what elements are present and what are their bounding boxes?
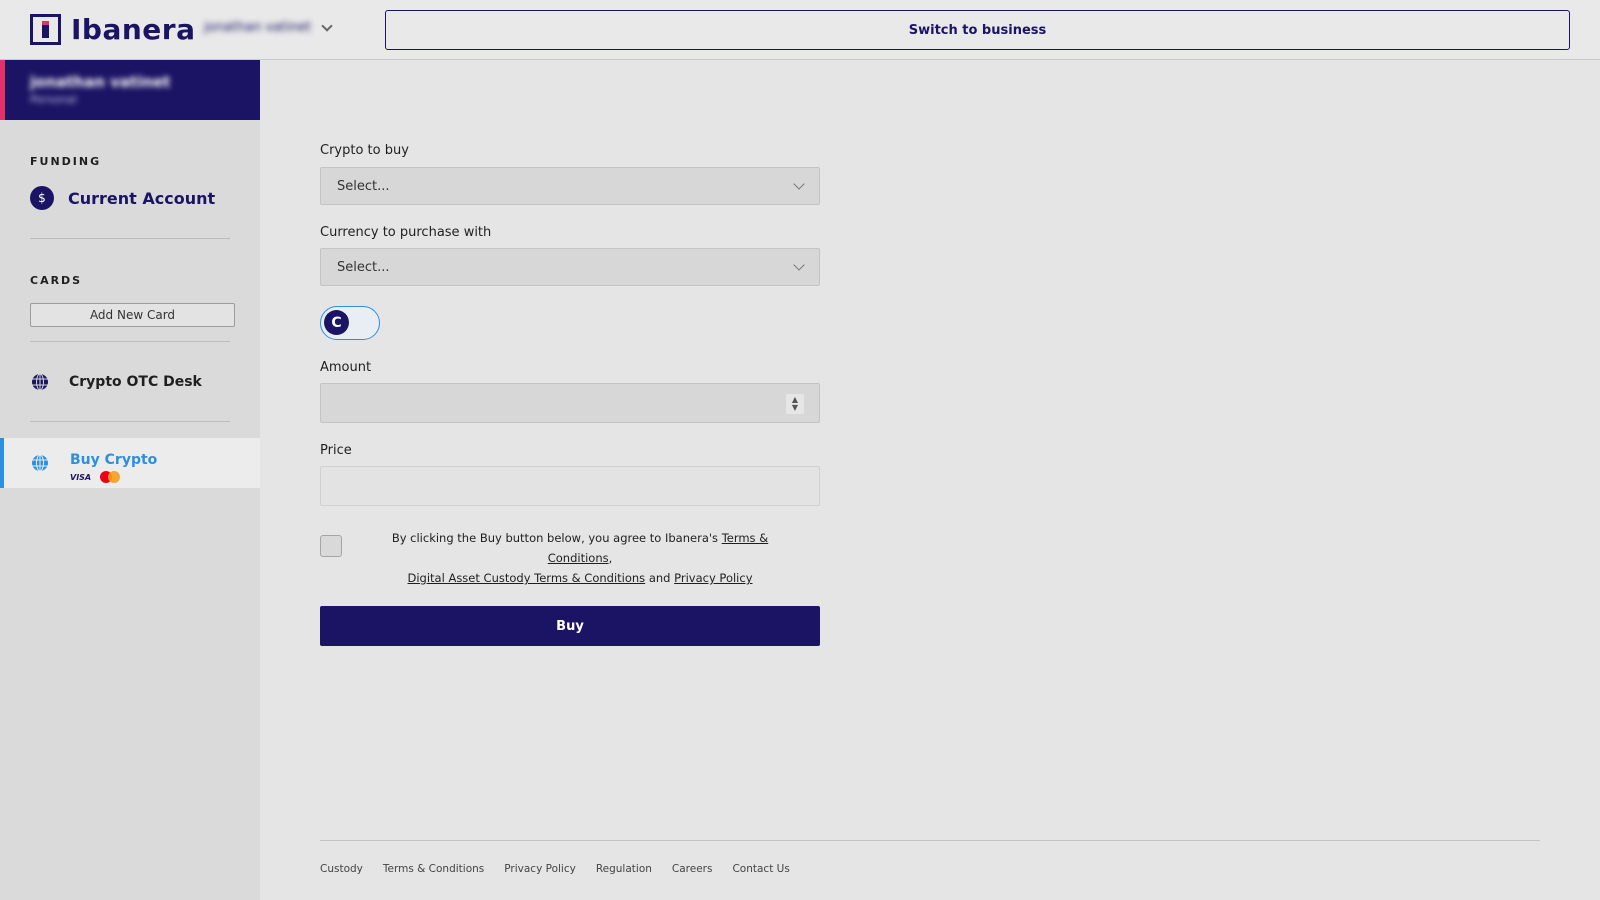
agreement-comma: , <box>608 551 613 565</box>
amount-label: Amount <box>320 360 372 375</box>
user-switcher-dropdown[interactable]: jonathan vatinet <box>204 19 333 35</box>
sidebar-item-buy-crypto[interactable]: Buy Crypto VISA <box>0 438 260 488</box>
agreement-text: By clicking the Buy button below, you ag… <box>360 528 800 588</box>
footer-link-contact[interactable]: Contact Us <box>732 863 789 875</box>
chevron-down-icon <box>321 19 333 32</box>
agree-terms-checkbox[interactable] <box>320 535 342 557</box>
sidebar-divider <box>30 421 230 422</box>
logo-mark-icon <box>30 14 61 45</box>
funding-section-label: FUNDING <box>30 155 102 168</box>
select-value: Select... <box>337 259 390 275</box>
user-name: jonathan vatinet <box>204 20 312 35</box>
select-value: Select... <box>337 178 390 194</box>
ibanera-logo[interactable]: Ibanera <box>30 13 195 46</box>
price-field <box>320 466 820 506</box>
footer-link-careers[interactable]: Careers <box>672 863 713 875</box>
sidebar-item-label: Buy Crypto <box>70 452 158 468</box>
dollar-icon: $ <box>30 186 54 210</box>
currency-label: Currency to purchase with <box>320 225 492 240</box>
profile-card[interactable]: jonathan vatinet Personal <box>0 60 260 120</box>
switch-to-business-button[interactable]: Switch to business <box>385 10 1570 50</box>
footer-link-regulation[interactable]: Regulation <box>596 863 652 875</box>
crypto-to-buy-label: Crypto to buy <box>320 143 409 158</box>
globe-icon <box>32 454 48 472</box>
crypto-to-buy-select[interactable]: Select... <box>320 167 820 205</box>
footer-divider <box>320 840 1540 841</box>
brand-name: Ibanera <box>71 13 196 46</box>
cards-section-label: CARDS <box>30 274 83 287</box>
amount-mode-toggle[interactable]: C <box>320 306 380 340</box>
currency-select[interactable]: Select... <box>320 248 820 286</box>
buy-button[interactable]: Buy <box>320 606 820 646</box>
chevron-down-icon <box>793 259 805 271</box>
footer-link-terms[interactable]: Terms & Conditions <box>383 863 484 875</box>
footer-links: Custody Terms & Conditions Privacy Polic… <box>320 863 790 875</box>
footer-link-privacy[interactable]: Privacy Policy <box>504 863 576 875</box>
custody-terms-link[interactable]: Digital Asset Custody Terms & Conditions <box>408 571 646 585</box>
privacy-policy-link[interactable]: Privacy Policy <box>674 571 752 585</box>
globe-icon <box>32 373 48 391</box>
profile-name: jonathan vatinet <box>30 73 171 91</box>
mastercard-icon <box>100 471 122 483</box>
sidebar-item-current-account[interactable]: $ Current Account <box>30 186 215 210</box>
sidebar-divider <box>30 238 230 239</box>
visa-logo: VISA <box>70 473 92 482</box>
sidebar-item-label: Current Account <box>68 188 216 208</box>
agreement-and: and <box>645 571 675 585</box>
top-header: Ibanera jonathan vatinet Switch to busin… <box>0 0 1600 60</box>
currency-symbol-icon: C <box>324 310 349 335</box>
footer-link-custody[interactable]: Custody <box>320 863 363 875</box>
add-new-card-button[interactable]: Add New Card <box>30 303 235 327</box>
chevron-down-icon <box>793 178 805 190</box>
sidebar-item-crypto-otc-desk[interactable]: Crypto OTC Desk <box>30 372 202 392</box>
sidebar: jonathan vatinet Personal FUNDING $ Curr… <box>0 60 260 900</box>
number-stepper-icon[interactable]: ▲ ▼ <box>786 394 804 414</box>
profile-type: Personal <box>30 93 77 106</box>
amount-input[interactable]: ▲ ▼ <box>320 383 820 423</box>
sidebar-item-label: Crypto OTC Desk <box>69 374 202 390</box>
sidebar-divider <box>30 341 230 342</box>
price-label: Price <box>320 443 352 458</box>
agreement-prefix: By clicking the Buy button below, you ag… <box>391 531 722 545</box>
